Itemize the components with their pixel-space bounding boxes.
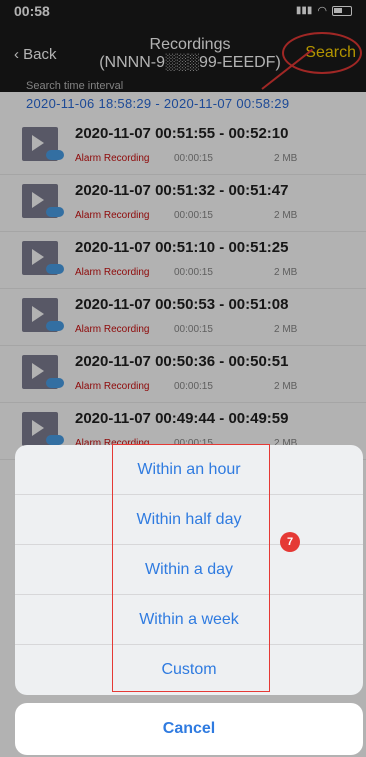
cancel-button[interactable]: Cancel	[15, 703, 363, 755]
step-badge: 7	[280, 532, 300, 552]
annotation-box	[112, 444, 270, 692]
